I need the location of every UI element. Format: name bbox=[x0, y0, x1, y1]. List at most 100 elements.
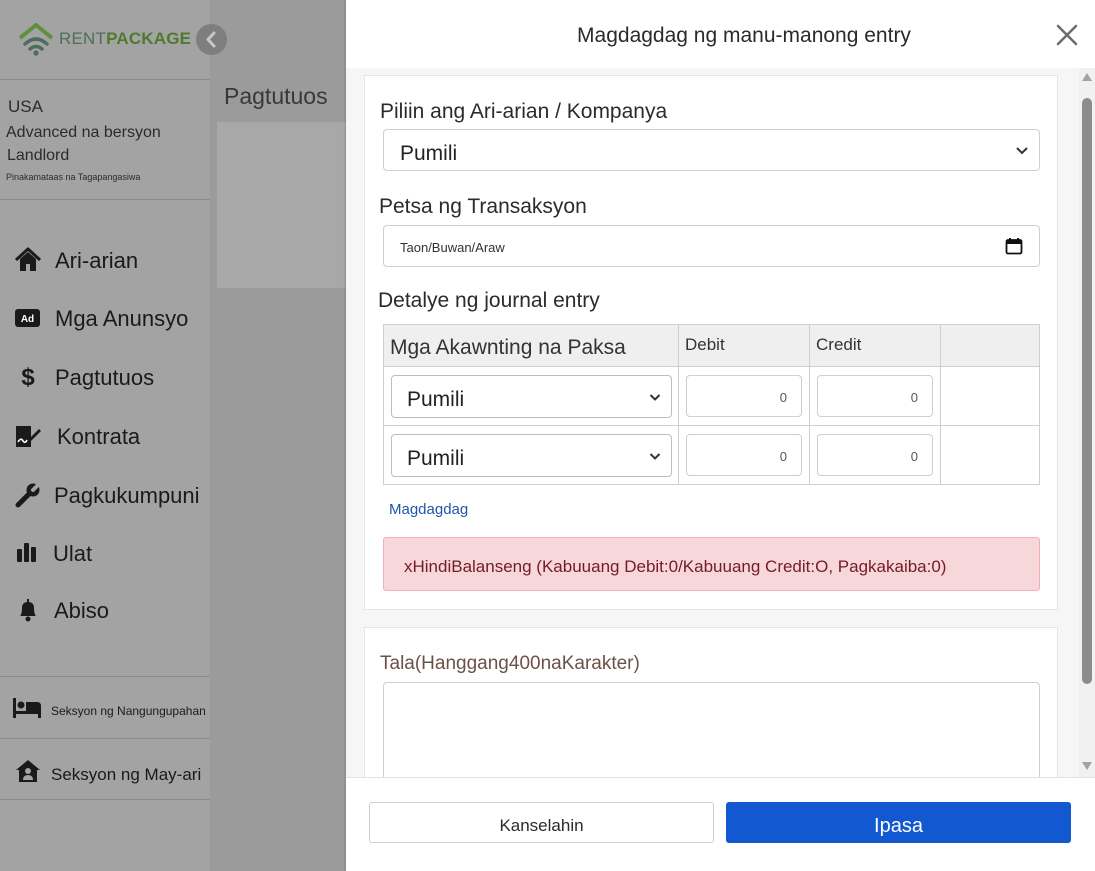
user-plan: Advanced na bersyon bbox=[6, 124, 161, 141]
section-label: Seksyon ng Nangungupahan bbox=[51, 704, 206, 718]
sidebar: RENTPACKAGE USA Advanced na bersyon Land… bbox=[0, 0, 227, 871]
calendar-icon[interactable] bbox=[1005, 237, 1023, 255]
chevron-left-icon bbox=[206, 31, 216, 48]
sidebar-item-label: Pagtutuos bbox=[55, 365, 155, 390]
chevron-down-icon bbox=[1016, 147, 1028, 155]
debit-input[interactable]: 0 bbox=[686, 434, 802, 476]
close-icon[interactable] bbox=[1052, 20, 1082, 50]
column-header-actions bbox=[940, 324, 1040, 367]
scroll-thumb[interactable] bbox=[1082, 98, 1092, 684]
credit-value: 0 bbox=[910, 449, 918, 464]
brand-logo[interactable]: RENTPACKAGE bbox=[59, 29, 191, 49]
add-row-link[interactable]: Magdagdag bbox=[389, 501, 468, 518]
house-user-icon bbox=[16, 760, 40, 782]
debit-value: 0 bbox=[779, 390, 787, 405]
logo-wifi-house-icon bbox=[18, 23, 54, 56]
sidebar-item-ari-arian[interactable]: Ari-arian bbox=[0, 240, 210, 280]
journal-label: Detalye ng journal entry bbox=[378, 289, 600, 312]
note-textarea[interactable] bbox=[383, 682, 1040, 777]
credit-value: 0 bbox=[910, 390, 918, 405]
user-role: Landlord bbox=[7, 147, 70, 164]
user-subrole: Pinakamataas na Tagapangasiwa bbox=[6, 172, 141, 182]
sidebar-item-mga-anunsyo[interactable]: Ad Mga Anunsyo bbox=[0, 298, 210, 338]
wrench-icon bbox=[15, 482, 41, 508]
table-header-row: Mga Akawnting na Paksa Debit Credit bbox=[383, 324, 1040, 367]
chevron-down-icon bbox=[649, 394, 661, 401]
transaction-date-input[interactable]: Taon/Buwan/Araw bbox=[383, 225, 1040, 267]
credit-cell: 0 bbox=[809, 425, 941, 485]
account-select-value: Pumili bbox=[407, 447, 465, 470]
property-label: Piliin ang Ari-arian / Kompanya bbox=[380, 100, 668, 123]
column-header-debit: Debit bbox=[678, 324, 810, 367]
modal-footer: Kanselahin Ipasa bbox=[346, 777, 1095, 871]
logo-row: RENTPACKAGE bbox=[0, 0, 210, 80]
page-card bbox=[217, 122, 347, 288]
brand-part2: PACKAGE bbox=[106, 29, 192, 48]
journal-table: Mga Akawnting na Paksa Debit Credit Pumi… bbox=[383, 324, 1040, 485]
debit-cell: 0 bbox=[678, 425, 810, 485]
scroll-up-arrow-icon[interactable] bbox=[1082, 73, 1092, 81]
account-select[interactable]: Pumili bbox=[391, 434, 672, 477]
chevron-down-icon bbox=[649, 453, 661, 460]
table-row: Pumili 0 0 bbox=[383, 425, 1040, 485]
debit-value: 0 bbox=[779, 449, 787, 464]
credit-cell: 0 bbox=[809, 366, 941, 426]
section-label: Seksyon ng May-ari bbox=[51, 765, 202, 784]
property-select-value: Pumili bbox=[400, 142, 458, 165]
collapse-sidebar-button[interactable] bbox=[196, 24, 227, 55]
contract-icon bbox=[16, 426, 41, 447]
date-label: Petsa ng Transaksyon bbox=[379, 195, 587, 218]
column-header-account: Mga Akawnting na Paksa bbox=[383, 324, 679, 367]
note-label: Tala(Hanggang400naKarakter) bbox=[380, 653, 640, 674]
ad-icon: Ad bbox=[15, 309, 40, 327]
sidebar-item-pagtutuos[interactable]: $ Pagtutuos bbox=[0, 357, 210, 397]
sidebar-item-label: Pagkukumpuni bbox=[54, 483, 200, 508]
sidebar-item-label: Ulat bbox=[53, 541, 93, 566]
cancel-button[interactable]: Kanselahin bbox=[369, 802, 714, 843]
svg-text:$: $ bbox=[21, 364, 35, 391]
sidebar-item-label: Abiso bbox=[54, 598, 110, 623]
bar-chart-icon bbox=[17, 543, 36, 562]
credit-input[interactable]: 0 bbox=[817, 434, 933, 476]
submit-button[interactable]: Ipasa bbox=[726, 802, 1071, 843]
account-select[interactable]: Pumili bbox=[391, 375, 672, 418]
svg-text:Ad: Ad bbox=[21, 314, 34, 325]
sidebar-item-ulat[interactable]: Ulat bbox=[0, 533, 210, 573]
modal-title: Magdagdag ng manu-manong entry bbox=[577, 24, 911, 47]
property-select[interactable]: Pumili bbox=[383, 129, 1040, 171]
page-title: Pagtutuos bbox=[224, 83, 328, 109]
account-cell: Pumili bbox=[383, 366, 679, 426]
debit-input[interactable]: 0 bbox=[686, 375, 802, 417]
account-select-value: Pumili bbox=[407, 388, 465, 411]
credit-input[interactable]: 0 bbox=[817, 375, 933, 417]
user-country: USA bbox=[8, 97, 43, 116]
modal-scrollbar[interactable] bbox=[1079, 68, 1095, 777]
sidebar-item-label: Ari-arian bbox=[55, 248, 139, 273]
date-placeholder: Taon/Buwan/Araw bbox=[400, 240, 505, 255]
column-header-credit: Credit bbox=[809, 324, 941, 367]
brand-part1: RENT bbox=[59, 29, 107, 48]
dollar-icon: $ bbox=[21, 364, 35, 391]
home-icon bbox=[14, 247, 42, 271]
modal-body[interactable]: Piliin ang Ari-arian / Kompanya Pumili P… bbox=[346, 68, 1079, 777]
owner-section-link[interactable]: Seksyon ng May-ari bbox=[0, 738, 210, 800]
balance-alert: xHindiBalanseng (Kabuuang Debit:0/Kabuua… bbox=[383, 537, 1040, 591]
sidebar-item-label: Mga Anunsyo bbox=[55, 306, 189, 331]
table-row: Pumili 0 0 bbox=[383, 366, 1040, 426]
bed-icon bbox=[13, 698, 41, 718]
user-info: USA Advanced na bersyon Landlord Pinakam… bbox=[0, 80, 210, 200]
scroll-down-arrow-icon[interactable] bbox=[1082, 762, 1092, 770]
sidebar-item-kontrata[interactable]: Kontrata bbox=[0, 416, 210, 456]
tenant-section-link[interactable]: Seksyon ng Nangungupahan bbox=[0, 676, 210, 738]
manual-entry-modal: Magdagdag ng manu-manong entry Piliin an… bbox=[346, 0, 1095, 871]
entry-form-card: Piliin ang Ari-arian / Kompanya Pumili P… bbox=[364, 75, 1058, 610]
note-card: Tala(Hanggang400naKarakter) bbox=[364, 627, 1058, 777]
sidebar-item-pagkukumpuni[interactable]: Pagkukumpuni bbox=[0, 475, 210, 515]
actions-cell bbox=[940, 366, 1040, 426]
balance-alert-text: xHindiBalanseng (Kabuuang Debit:0/Kabuua… bbox=[404, 557, 947, 576]
actions-cell bbox=[940, 425, 1040, 485]
sidebar-item-label: Kontrata bbox=[57, 424, 141, 449]
account-cell: Pumili bbox=[383, 425, 679, 485]
bell-icon bbox=[20, 599, 36, 622]
sidebar-item-abiso[interactable]: Abiso bbox=[0, 590, 210, 630]
